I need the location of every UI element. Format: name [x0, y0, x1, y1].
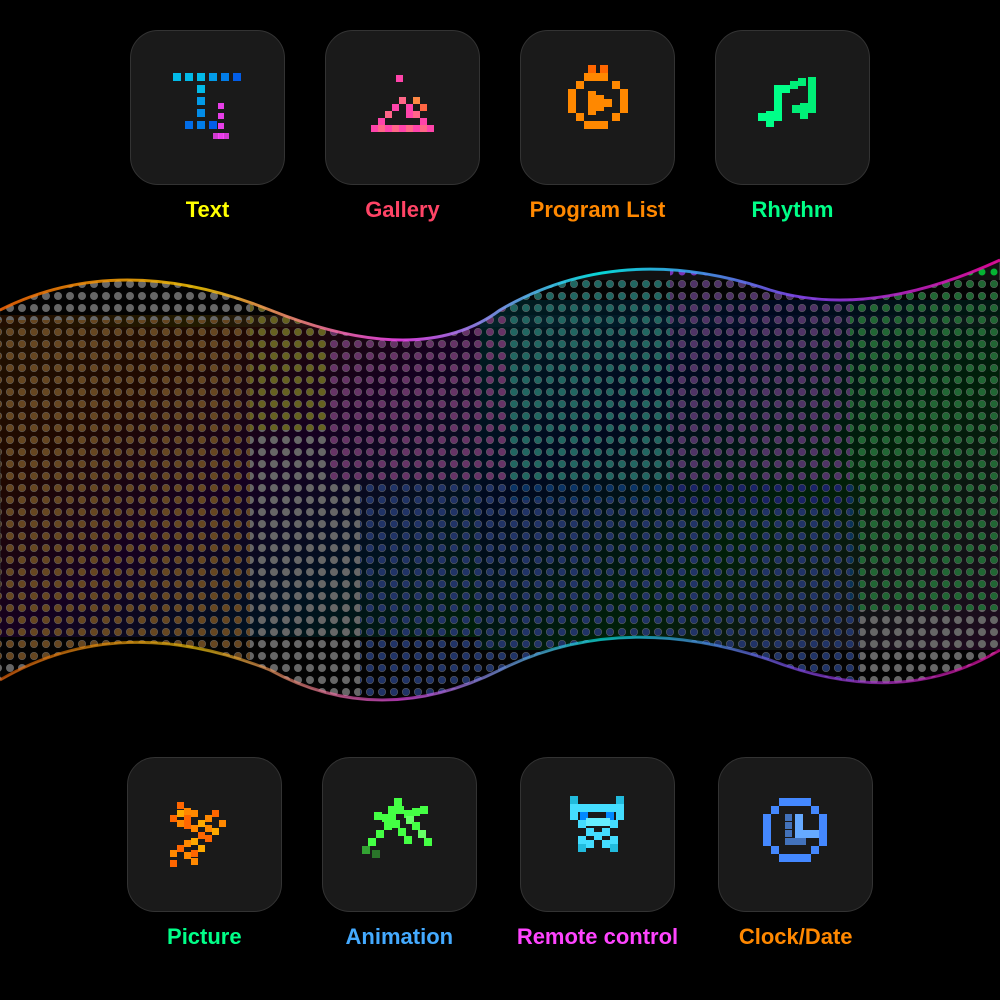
icon-item-picture[interactable]: Picture	[127, 757, 282, 950]
clock-label: Clock/Date	[739, 924, 853, 950]
program-icon	[553, 63, 643, 153]
led-display	[0, 230, 1000, 760]
rhythm-label: Rhythm	[752, 197, 834, 223]
gallery-label: Gallery	[365, 197, 440, 223]
gallery-icon	[358, 63, 448, 153]
icon-item-gallery[interactable]: Gallery	[325, 30, 480, 223]
icon-item-rhythm[interactable]: Rhythm	[715, 30, 870, 223]
icon-item-animation[interactable]: Animation	[322, 757, 477, 950]
text-label: Text	[186, 197, 230, 223]
rhythm-icon	[748, 63, 838, 153]
top-icons-row: Text	[0, 0, 1000, 223]
icon-item-remote[interactable]: Remote control	[517, 757, 678, 950]
icon-box-gallery[interactable]	[325, 30, 480, 185]
icon-box-animation[interactable]	[322, 757, 477, 912]
picture-icon	[159, 790, 249, 880]
icon-box-rhythm[interactable]	[715, 30, 870, 185]
icon-item-program[interactable]: Program List	[520, 30, 675, 223]
picture-label: Picture	[167, 924, 242, 950]
icon-item-clock[interactable]: Clock/Date	[718, 757, 873, 950]
icon-box-text[interactable]	[130, 30, 285, 185]
animation-label: Animation	[346, 924, 454, 950]
icon-item-text[interactable]: Text	[130, 30, 285, 223]
animation-icon	[354, 790, 444, 880]
bottom-icons-row: Picture	[0, 727, 1000, 950]
text-icon	[163, 63, 253, 153]
icon-box-remote[interactable]	[520, 757, 675, 912]
led-wave-svg	[0, 230, 1000, 760]
remote-label: Remote control	[517, 924, 678, 950]
clock-icon	[751, 790, 841, 880]
icon-box-program[interactable]	[520, 30, 675, 185]
program-label: Program List	[530, 197, 666, 223]
remote-icon	[552, 790, 642, 880]
icon-box-picture[interactable]	[127, 757, 282, 912]
icon-box-clock[interactable]	[718, 757, 873, 912]
